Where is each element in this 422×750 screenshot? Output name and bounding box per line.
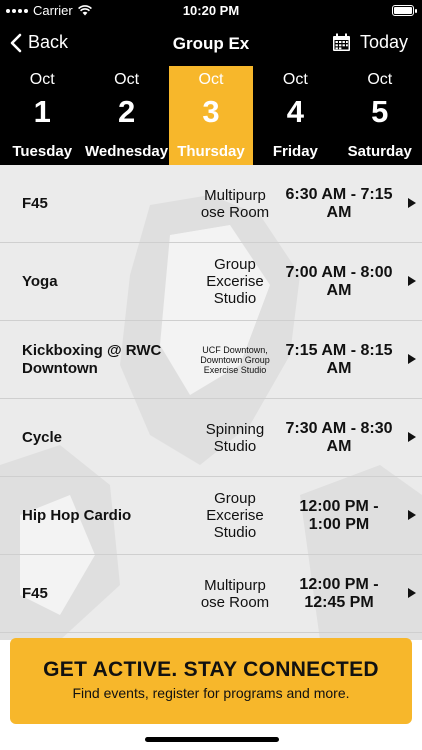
triangle-right-icon xyxy=(408,432,416,442)
triangle-right-icon xyxy=(408,510,416,520)
date-tab[interactable]: Oct 2 Wednesday xyxy=(84,66,168,165)
class-name: F45 xyxy=(22,194,48,212)
date-day: 4 xyxy=(286,94,304,129)
promo-banner[interactable]: GET ACTIVE. STAY CONNECTED Find events, … xyxy=(10,638,412,724)
class-location: Group Excerise Studio xyxy=(206,490,264,541)
class-time: 7:30 AM - 8:30 AM xyxy=(285,419,393,455)
date-day: 2 xyxy=(117,94,136,129)
date-tab[interactable]: Oct 1 Tuesday xyxy=(0,66,84,165)
class-time: 12:00 PM - 12:45 PM xyxy=(299,575,379,611)
class-row[interactable]: Hip Hop Cardio Group Excerise Studio 12:… xyxy=(0,477,422,555)
date-day: 5 xyxy=(371,94,389,129)
class-time: 7:00 AM - 8:00 AM xyxy=(285,263,393,299)
date-month: Oct xyxy=(282,71,308,88)
today-button[interactable]: Today xyxy=(332,32,408,53)
class-name: F45 xyxy=(22,584,48,602)
date-selector: Oct 1 Tuesday Oct 2 Wednesday Oct 3 Thur… xyxy=(0,66,422,165)
footer: GET ACTIVE. STAY CONNECTED Find events, … xyxy=(0,638,422,750)
class-row[interactable]: Yoga Group Excerise Studio 7:00 AM - 8:0… xyxy=(0,243,422,321)
date-tab[interactable]: Oct 3 Thursday xyxy=(168,66,254,165)
date-month: Oct xyxy=(114,71,140,88)
date-month: Oct xyxy=(29,71,55,88)
date-month: Oct xyxy=(198,71,224,88)
triangle-right-icon xyxy=(408,198,416,208)
status-bar: Carrier 10:20 PM xyxy=(0,0,422,22)
navigation-bar: Back Group Ex Today xyxy=(0,22,422,66)
class-name: Hip Hop Cardio xyxy=(22,506,132,524)
triangle-right-icon xyxy=(408,354,416,364)
today-label: Today xyxy=(359,32,408,52)
triangle-right-icon xyxy=(408,276,416,286)
date-tab[interactable]: Oct 5 Saturday xyxy=(338,66,422,165)
date-weekday: Thursday xyxy=(177,143,245,160)
class-row[interactable]: Kickboxing @ RWC Downtown UCF Downtown, … xyxy=(0,321,422,399)
date-month: Oct xyxy=(367,71,393,88)
banner-subtext: Find events, register for programs and m… xyxy=(72,685,350,701)
class-name: Kickboxing @ RWC Downtown xyxy=(22,341,162,377)
class-time: 6:30 AM - 7:15 AM xyxy=(285,185,393,221)
date-day: 1 xyxy=(33,94,51,129)
status-time: 10:20 PM xyxy=(182,3,240,18)
date-weekday: Saturday xyxy=(347,143,412,160)
date-weekday: Friday xyxy=(272,143,318,160)
class-row[interactable]: Cycle Spinning Studio 7:30 AM - 8:30 AM xyxy=(0,399,422,477)
date-weekday: Tuesday xyxy=(12,143,73,160)
class-name: Yoga xyxy=(22,272,58,290)
class-row[interactable]: F45 Multipurp ose Room 12:00 PM - 12:45 … xyxy=(0,555,422,633)
class-location: UCF Downtown, Downtown Group Exercise St… xyxy=(200,344,270,375)
triangle-right-icon xyxy=(408,588,416,598)
class-location: Spinning Studio xyxy=(205,420,265,455)
class-time: 7:15 AM - 8:15 AM xyxy=(285,341,393,377)
class-name: Cycle xyxy=(22,428,63,446)
calendar-icon xyxy=(332,33,350,51)
class-row[interactable]: F45 Multipurp ose Room 6:30 AM - 7:15 AM xyxy=(0,165,422,243)
home-indicator xyxy=(145,737,279,742)
date-tab[interactable]: Oct 4 Friday xyxy=(253,66,337,165)
class-location: Group Excerise Studio xyxy=(206,256,264,307)
date-weekday: Wednesday xyxy=(85,143,169,160)
class-location: Multipurp ose Room xyxy=(200,186,270,221)
banner-headline: GET ACTIVE. STAY CONNECTED xyxy=(43,658,379,681)
class-location: Multipurp ose Room xyxy=(200,576,270,611)
battery-icon xyxy=(392,5,417,16)
class-time: 12:00 PM - 1:00 PM xyxy=(299,497,379,533)
date-day: 3 xyxy=(202,94,220,129)
class-list[interactable]: F45 Multipurp ose Room 6:30 AM - 7:15 AM… xyxy=(0,165,422,640)
